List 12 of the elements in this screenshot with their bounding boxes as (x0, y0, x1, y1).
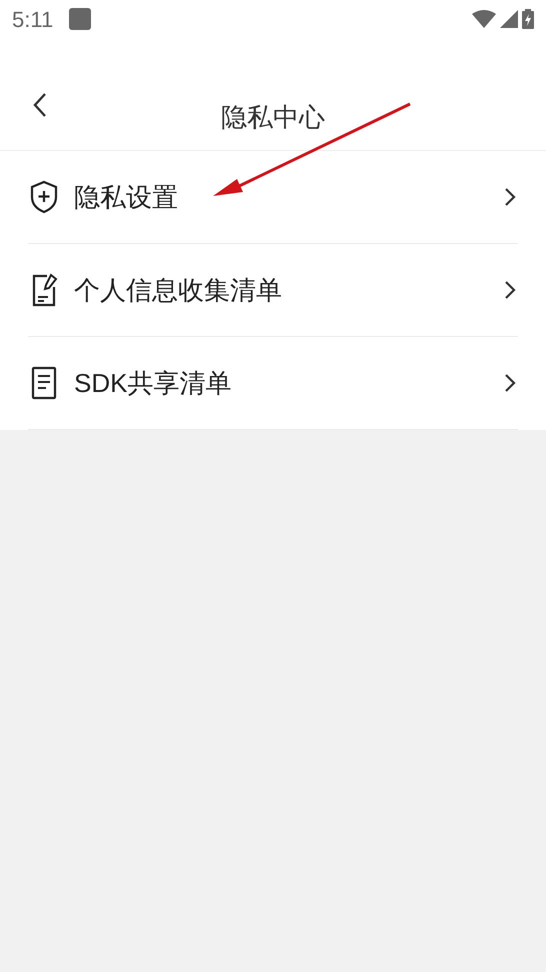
page-title: 隐私中心 (221, 101, 325, 134)
signal-icon (500, 10, 518, 28)
chevron-right-icon (504, 280, 516, 300)
chevron-right-icon (504, 187, 516, 207)
chevron-right-icon (504, 373, 516, 393)
shield-icon (30, 180, 58, 214)
status-time: 5:11 (12, 6, 54, 34)
wifi-icon (472, 10, 496, 28)
document-edit-icon (30, 273, 58, 307)
document-icon (30, 366, 58, 400)
battery-icon (522, 9, 534, 29)
notification-icon (69, 8, 92, 30)
